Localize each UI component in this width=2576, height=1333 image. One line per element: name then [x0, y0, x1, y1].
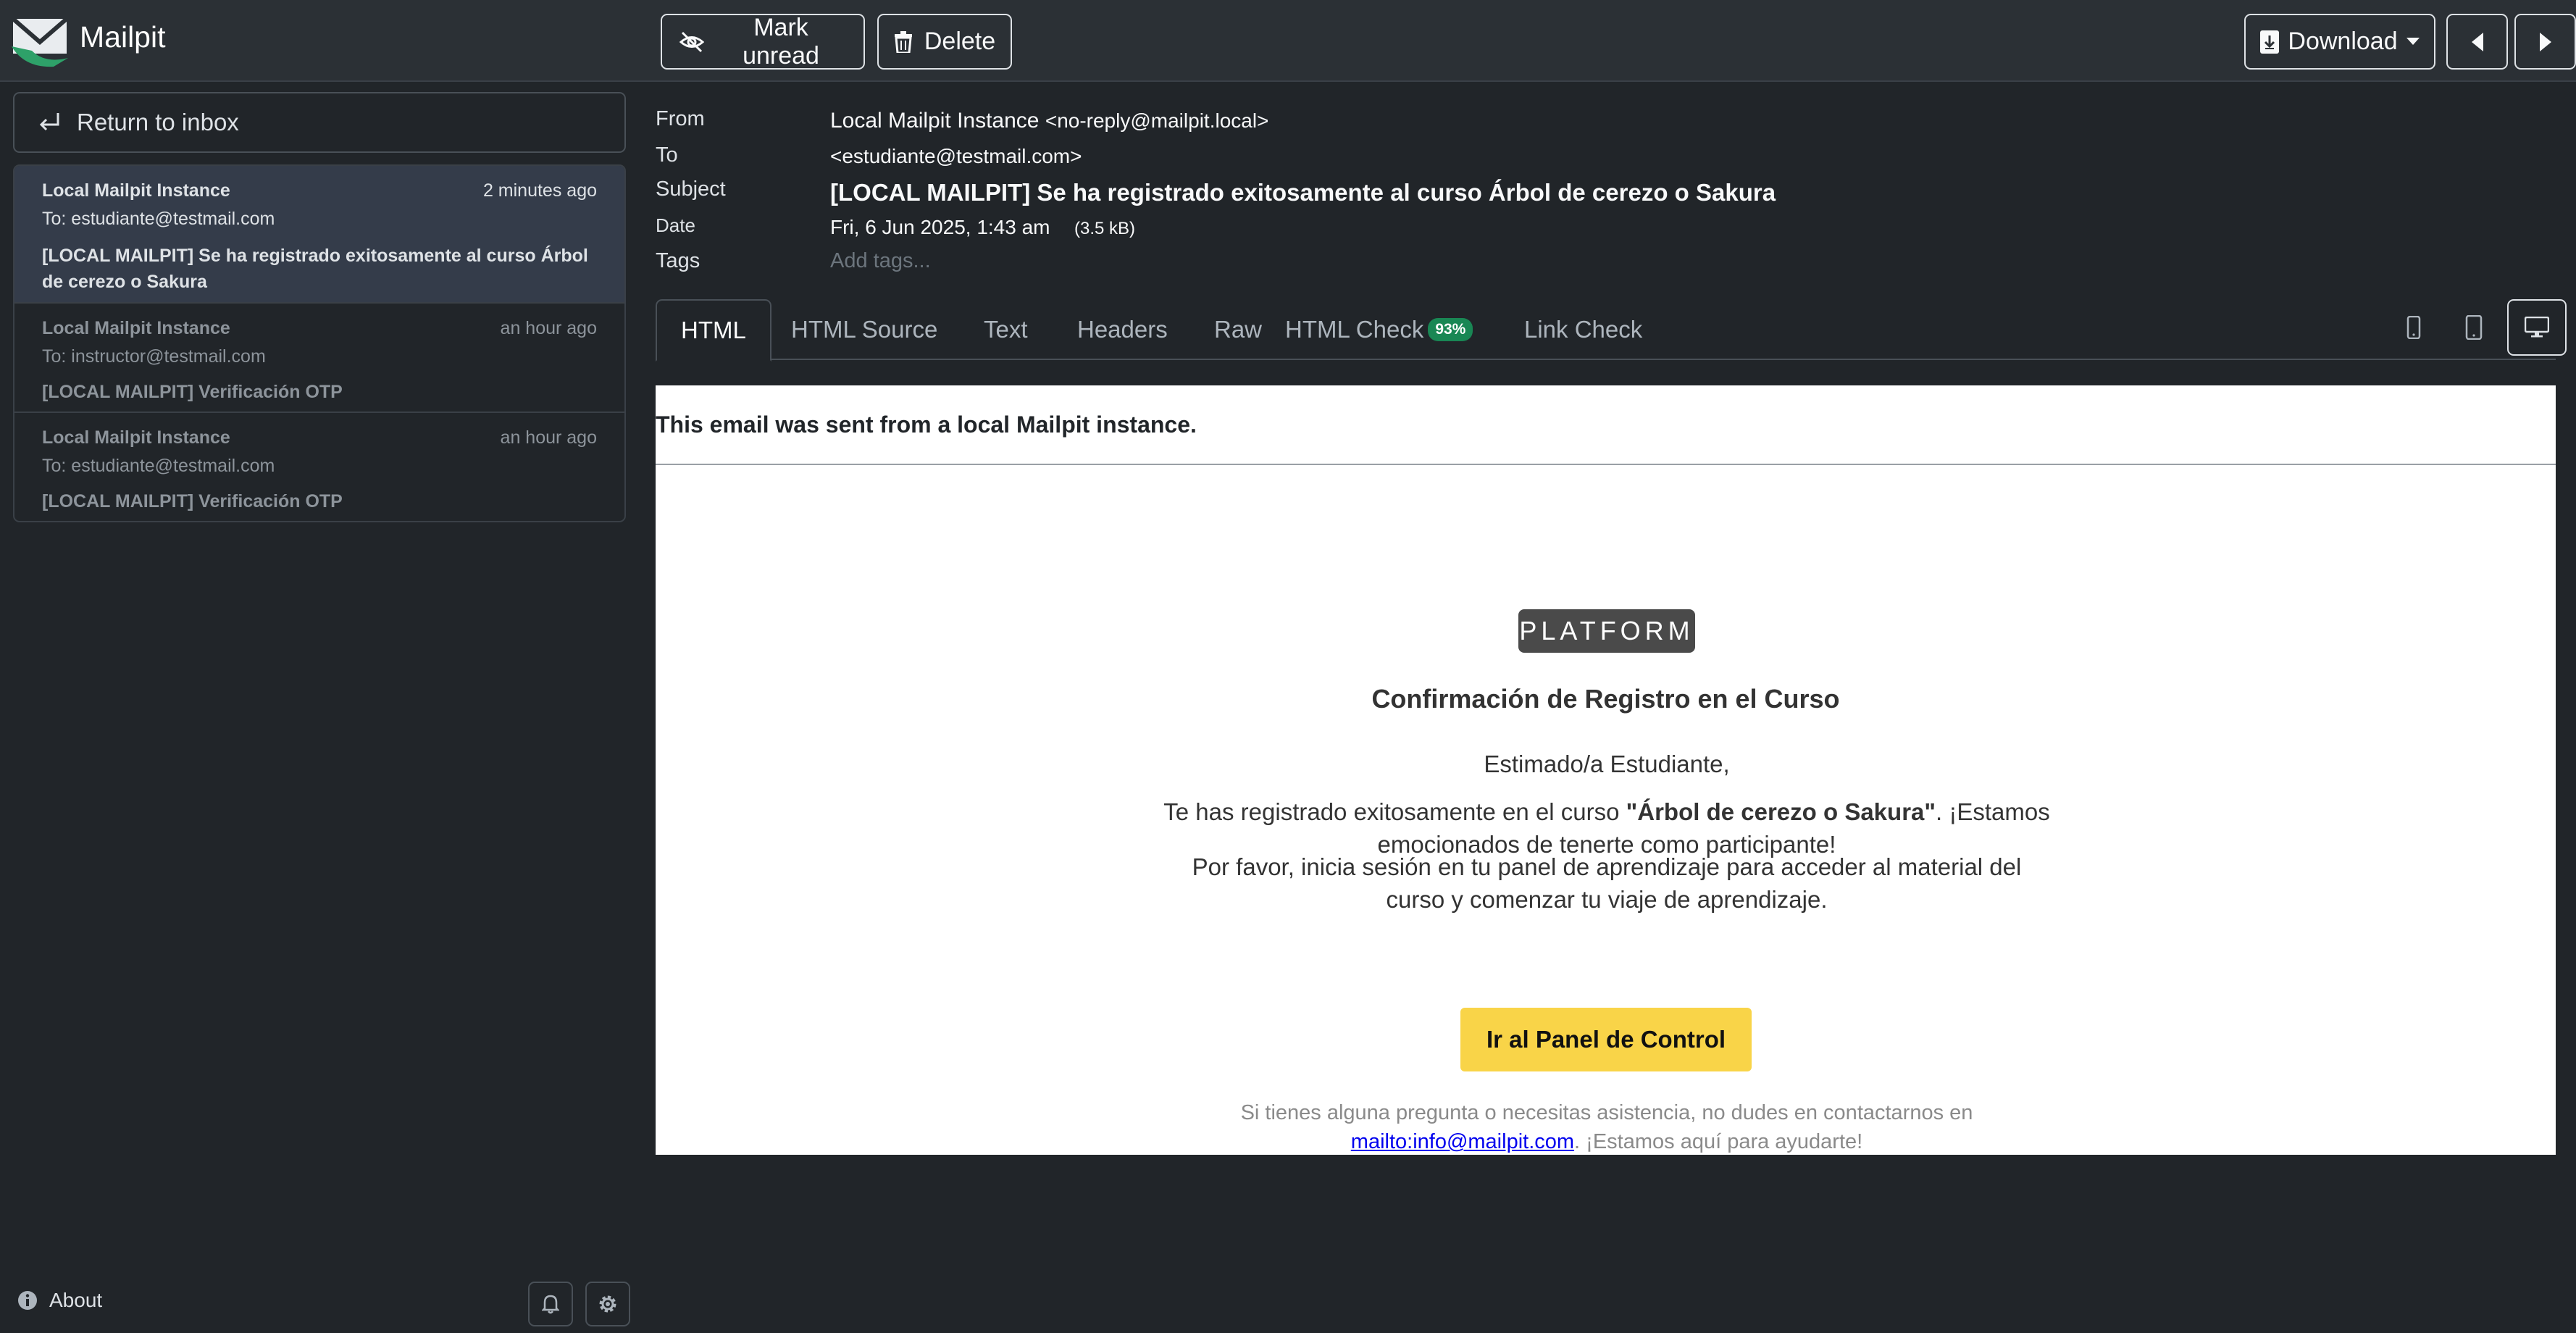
- contact-email-link[interactable]: mailto:info@mailpit.com: [1351, 1130, 1574, 1153]
- tab-link-check[interactable]: Link Check: [1500, 299, 1666, 360]
- about-link[interactable]: About: [17, 1289, 102, 1312]
- message-time: an hour ago: [500, 318, 597, 338]
- return-arrow-icon: [39, 113, 59, 131]
- trash-icon: [894, 30, 912, 53]
- local-instance-notice: This email was sent from a local Mailpit…: [656, 385, 2556, 465]
- mailpit-logo-icon[interactable]: [10, 10, 70, 70]
- footer-text-start: Si tienes alguna pregunta o necesitas as…: [1240, 1101, 1973, 1124]
- desktop-view-button[interactable]: [2507, 299, 2567, 356]
- return-to-inbox-button[interactable]: Return to inbox: [13, 92, 626, 153]
- platform-logo: PLATFORM: [1518, 609, 1695, 653]
- next-message-button[interactable]: [2514, 14, 2576, 70]
- message-time: an hour ago: [500, 427, 597, 448]
- from-name: Local Mailpit Instance: [830, 109, 1040, 133]
- from-value: Local Mailpit Instance <no-reply@mailpit…: [830, 109, 1268, 133]
- subject-value: [LOCAL MAILPIT] Se ha registrado exitosa…: [830, 179, 1776, 206]
- html-check-score-badge: 93%: [1428, 318, 1473, 341]
- settings-button[interactable]: [585, 1282, 630, 1326]
- registration-text-start: Te has registrado exitosamente en el cur…: [1163, 798, 1626, 825]
- message-to: To: instructor@testmail.com: [42, 346, 266, 367]
- delete-label: Delete: [924, 28, 996, 55]
- gear-icon: [599, 1295, 616, 1313]
- download-label: Download: [2288, 28, 2398, 55]
- course-name: "Árbol de cerezo o Sakura": [1626, 798, 1936, 825]
- footer-text-end: . ¡Estamos aquí para ayudarte!: [1574, 1130, 1863, 1153]
- return-to-inbox-label: Return to inbox: [77, 109, 239, 135]
- bell-icon: [542, 1295, 559, 1314]
- tab-text[interactable]: Text: [960, 299, 1052, 360]
- message-list-item[interactable]: Local Mailpit Instance 2 minutes ago To:…: [14, 166, 624, 304]
- caret-down-icon: [2406, 37, 2420, 45]
- from-address: <no-reply@mailpit.local>: [1045, 109, 1269, 132]
- go-to-dashboard-button[interactable]: Ir al Panel de Control: [1460, 1008, 1752, 1071]
- tags-label: Tags: [656, 249, 701, 272]
- mark-unread-button[interactable]: Mark unread: [661, 14, 865, 70]
- tab-html-source[interactable]: HTML Source: [767, 299, 961, 360]
- caret-right-icon: [2539, 32, 2551, 51]
- from-label: From: [656, 107, 705, 130]
- tablet-icon: [2465, 315, 2483, 340]
- desktop-icon: [2525, 317, 2549, 338]
- app-title[interactable]: Mailpit: [80, 20, 165, 54]
- email-title: Confirmación de Registro en el Curso: [1371, 684, 1840, 714]
- email-preview: This email was sent from a local Mailpit…: [656, 385, 2556, 1155]
- tab-html[interactable]: HTML: [656, 299, 771, 362]
- tab-html-check[interactable]: HTML Check 93%: [1261, 299, 1497, 360]
- about-label: About: [49, 1289, 103, 1311]
- message-list-item[interactable]: Local Mailpit Instance an hour ago To: i…: [14, 304, 624, 413]
- date-label: Date: [656, 214, 695, 236]
- message-subject: [LOCAL MAILPIT] Verificación OTP: [42, 491, 343, 511]
- message-list: Local Mailpit Instance 2 minutes ago To:…: [13, 164, 626, 522]
- notifications-button[interactable]: [528, 1282, 573, 1326]
- tab-headers[interactable]: Headers: [1053, 299, 1192, 360]
- message-subject: [LOCAL MAILPIT] Verificación OTP: [42, 382, 343, 402]
- eye-slash-icon: [679, 31, 704, 52]
- date-value: Fri, 6 Jun 2025, 1:43 am: [830, 216, 1050, 238]
- email-footer-note: Si tienes alguna pregunta o necesitas as…: [1163, 1098, 2051, 1156]
- info-circle-icon: [18, 1291, 37, 1310]
- message-subject: [LOCAL MAILPIT] Se ha registrado exitosa…: [42, 246, 588, 292]
- email-greeting: Estimado/a Estudiante,: [1484, 751, 1730, 777]
- to-label: To: [656, 143, 678, 167]
- delete-button[interactable]: Delete: [877, 14, 1012, 70]
- tablet-view-button[interactable]: [2444, 299, 2504, 356]
- message-list-item[interactable]: Local Mailpit Instance an hour ago To: e…: [14, 413, 624, 521]
- phone-icon: [2406, 316, 2421, 339]
- view-tabs: HTML HTML Source Text Headers Raw HTML C…: [656, 299, 2567, 362]
- message-to: To: estudiante@testmail.com: [42, 209, 275, 229]
- to-value: <estudiante@testmail.com>: [830, 145, 1082, 167]
- download-dropdown-button[interactable]: Download: [2244, 14, 2435, 70]
- file-download-icon: [2260, 30, 2280, 54]
- subject-label: Subject: [656, 177, 726, 201]
- top-bar: Mailpit Mark unread Delete Download: [0, 0, 2576, 82]
- caret-left-icon: [2471, 32, 2483, 51]
- message-to: To: estudiante@testmail.com: [42, 456, 275, 476]
- message-size: (3.5 kB): [1074, 219, 1136, 238]
- email-paragraph-login: Por favor, inicia sesión en tu panel de …: [1192, 853, 2022, 913]
- mark-unread-label: Mark unread: [743, 13, 819, 70]
- tags-input[interactable]: Add tags...: [830, 249, 931, 273]
- html-check-label: HTML Check: [1285, 316, 1424, 343]
- message-time: 2 minutes ago: [482, 180, 597, 201]
- mobile-view-button[interactable]: [2384, 299, 2443, 356]
- previous-message-button[interactable]: [2446, 14, 2508, 70]
